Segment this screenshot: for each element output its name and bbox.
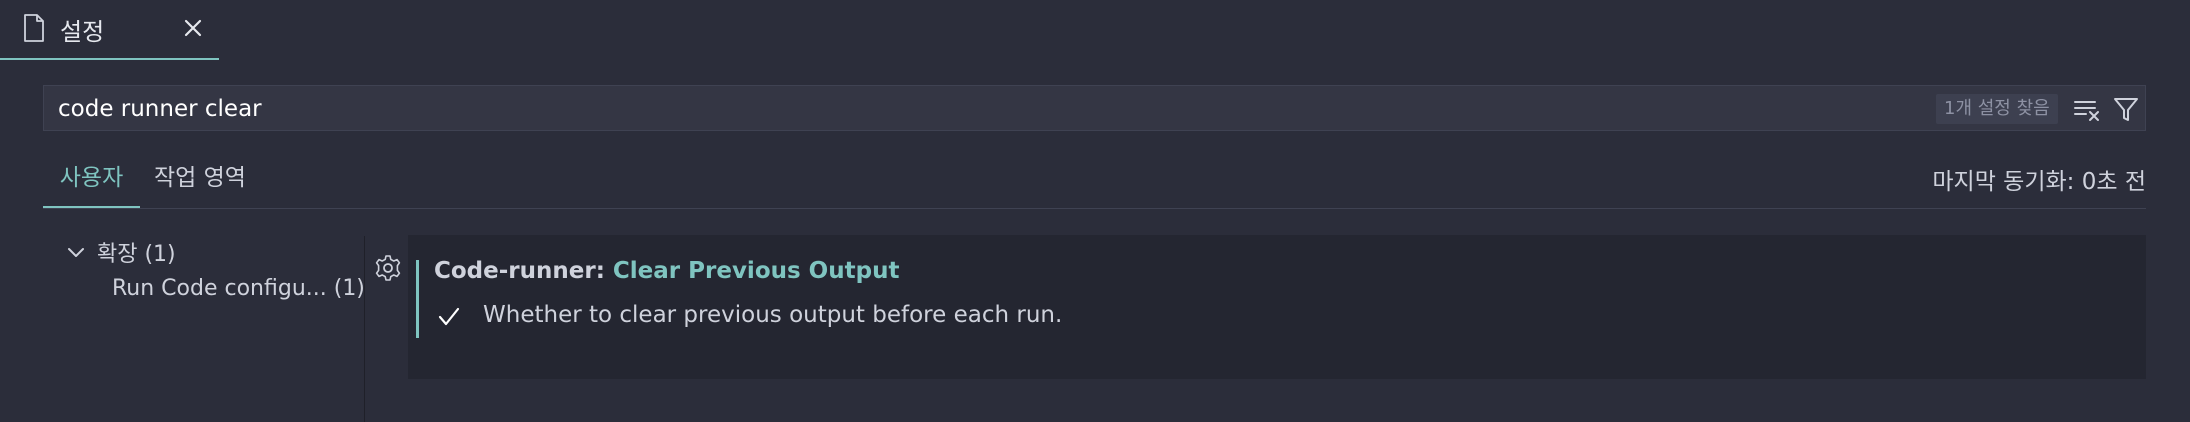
tab-title: 설정 bbox=[60, 18, 105, 46]
editor-tab-bar: 설정 bbox=[0, 0, 2190, 60]
setting-category: Code-runner: bbox=[434, 258, 613, 284]
scope-divider bbox=[43, 208, 2146, 209]
setting-title: Code-runner: Clear Previous Output bbox=[434, 258, 899, 284]
search-result-count-badge: 1개 설정 찾음 bbox=[1936, 94, 2058, 124]
setting-checkbox[interactable] bbox=[434, 302, 464, 332]
gear-icon[interactable] bbox=[374, 254, 402, 282]
toc-item-run-code-configuration[interactable]: Run Code configu... (1) bbox=[112, 276, 365, 301]
close-icon[interactable] bbox=[180, 15, 206, 41]
checkmark-icon bbox=[438, 307, 460, 326]
file-icon bbox=[24, 14, 44, 42]
tab-settings[interactable]: 설정 bbox=[0, 0, 219, 60]
setting-description: Whether to clear previous output before … bbox=[483, 302, 1063, 328]
search-input[interactable] bbox=[56, 86, 1920, 132]
settings-search-box: 1개 설정 찾음 bbox=[43, 85, 2146, 132]
toc-group-extensions[interactable]: 확장 (1) bbox=[65, 232, 176, 272]
setting-modified-indicator bbox=[416, 260, 419, 338]
clear-search-icon[interactable] bbox=[2073, 96, 2101, 122]
toc-separator bbox=[364, 236, 365, 422]
tab-user[interactable]: 사용자 bbox=[43, 158, 140, 208]
filter-icon[interactable] bbox=[2112, 95, 2140, 123]
setting-name: Clear Previous Output bbox=[612, 258, 900, 284]
sync-status: 마지막 동기화: 0초 전 bbox=[1932, 169, 2146, 195]
chevron-down-icon bbox=[68, 248, 84, 257]
tab-workspace[interactable]: 작업 영역 bbox=[154, 158, 246, 206]
toc-group-label: 확장 (1) bbox=[97, 242, 176, 267]
